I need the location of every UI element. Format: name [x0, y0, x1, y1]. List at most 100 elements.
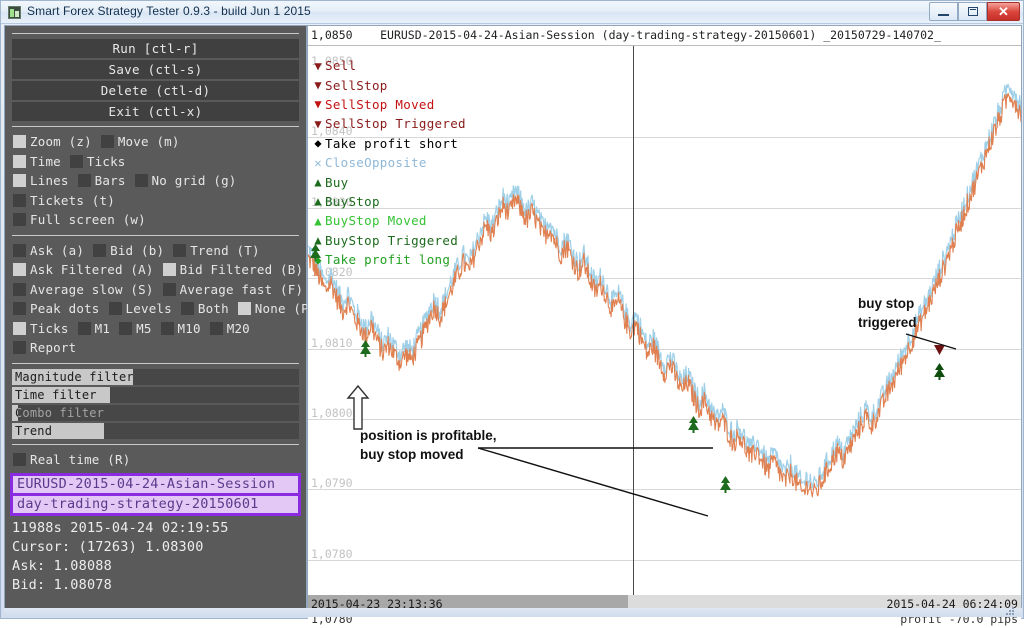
checkbox-m1[interactable]: [77, 321, 91, 335]
checkbox-levels[interactable]: [108, 302, 122, 316]
series-options-group: Ask (a) Bid (b) Trend (T) Ask Filtered (A) B…: [6, 241, 316, 358]
legend-take-profit-long-label: Take profit long: [325, 252, 451, 268]
checkbox-time[interactable]: [13, 154, 26, 168]
checkbox-bid[interactable]: [93, 243, 107, 257]
minimize-button[interactable]: [929, 2, 958, 21]
close-button[interactable]: ✕: [987, 2, 1020, 21]
slider-combo-filter[interactable]: Combo filter: [12, 404, 299, 421]
chart-panel: 1,0850 EURUSD-2015-04-24-Asian-Session (…: [307, 25, 1022, 628]
legend-take-profit-long: ◆ Take profit long: [311, 250, 466, 269]
option-row: Ask (a) Bid (b) Trend (T): [6, 241, 305, 261]
legend-sellstop-marker-icon: ▼: [314, 78, 322, 93]
checkbox-no-grid-label: No grid (g): [151, 173, 237, 189]
maximize-button[interactable]: [958, 2, 987, 21]
legend-sellstop-triggered-marker-icon: ▼: [314, 116, 322, 131]
checkbox-m20[interactable]: [209, 321, 223, 335]
checkbox-tickets[interactable]: [13, 193, 26, 207]
maximize-icon: [967, 7, 978, 16]
slider-trend-filter-label: Trend: [15, 423, 53, 438]
window-status-bar: [4, 607, 1022, 617]
legend-sellstop: ▼ SellStop: [311, 75, 466, 94]
legend-buy-label: Buy: [325, 174, 349, 190]
legend-sell-label: Sell: [325, 58, 357, 74]
divider: [12, 126, 299, 127]
legend-buystop-triggered-label: BuyStop Triggered: [325, 232, 459, 248]
checkbox-m10[interactable]: [160, 321, 174, 335]
chart-header: 1,0850 EURUSD-2015-04-24-Asian-Session (…: [308, 26, 1021, 45]
option-row: Real time (R): [6, 450, 305, 470]
checkbox-average-fast[interactable]: [162, 282, 176, 296]
option-row: Average slow (S) Average fast (F): [6, 280, 305, 300]
checkbox-zoom[interactable]: [13, 135, 26, 149]
divider: [12, 234, 299, 236]
chart-title: EURUSD-2015-04-24-Asian-Session (day-tra…: [380, 28, 941, 42]
checkbox-no-grid[interactable]: [134, 174, 148, 188]
checkbox-ticks-tf-label: Ticks: [30, 320, 69, 336]
option-row: Ask Filtered (A) Bid Filtered (B): [6, 260, 305, 280]
title-bar: Smart Forex Strategy Tester 0.9.3 - buil…: [1, 1, 1023, 24]
checkbox-peak-dots[interactable]: [13, 302, 26, 316]
legend-close-opposite-label: CloseOpposite: [325, 155, 427, 171]
checkbox-m10-label: M10: [177, 320, 201, 336]
checkbox-ticks-tf[interactable]: [13, 321, 26, 335]
checkbox-real-time[interactable]: [13, 452, 26, 466]
option-row: Zoom (z) Move (m): [6, 132, 305, 152]
legend-buy: ▲ Buy: [311, 172, 466, 191]
client-area: Run [ctl-r] Save (ctl-s) Delete (ctl-d) Exi…: [4, 25, 1022, 628]
option-row: Tickets (t): [6, 191, 305, 211]
slider-magnitude-filter[interactable]: Magnitude filter: [12, 368, 299, 385]
legend-take-profit-short-marker-icon: ◆: [314, 136, 322, 151]
checkbox-average-slow-label: Average slow (S): [30, 281, 154, 297]
filter-group: Magnitude filter Time filter Combo filter T…: [6, 368, 305, 439]
crosshair-vertical: [633, 46, 634, 595]
chart-plot-area[interactable]: 1,0850 1,0840 1,0830 1,0820 1,0810 1,0800 1,07…: [308, 46, 1021, 595]
legend-sell-marker-icon: ▼: [314, 58, 322, 73]
exit-button[interactable]: Exit (ctl-x): [12, 102, 299, 121]
legend-buystop: ▲ BuyStop: [311, 192, 466, 211]
save-button[interactable]: Save (ctl-s): [12, 60, 299, 79]
legend-close-opposite: ✕ CloseOpposite: [311, 153, 466, 172]
checkbox-m5[interactable]: [119, 321, 133, 335]
checkbox-average-fast-label: Average fast (F): [179, 281, 304, 297]
status-bid: Bid: 1.08078: [12, 577, 112, 593]
session-selection-box: EURUSD-2015-04-24-Asian-Session day-tradi…: [10, 473, 301, 516]
checkbox-full-screen[interactable]: [13, 213, 26, 227]
main-button-group: Run [ctl-r] Save (ctl-s) Delete (ctl-d) Exi…: [6, 39, 305, 121]
slider-trend-filter[interactable]: Trend: [12, 422, 299, 439]
checkbox-average-slow[interactable]: [13, 282, 26, 296]
legend-buystop-moved-label: BuyStop Moved: [325, 213, 427, 229]
close-icon: ✕: [998, 4, 1009, 19]
session-name[interactable]: EURUSD-2015-04-24-Asian-Session: [13, 476, 298, 493]
marker-sellstop: [933, 343, 946, 357]
checkbox-report[interactable]: [13, 341, 26, 355]
app-window: Smart Forex Strategy Tester 0.9.3 - buil…: [0, 0, 1024, 628]
display-options-group: Zoom (z) Move (m) Time Ticks Lines Bars No gri…: [6, 132, 305, 230]
checkbox-both[interactable]: [180, 302, 194, 316]
checkbox-none[interactable]: [237, 302, 251, 316]
divider: [12, 362, 299, 364]
checkbox-lines[interactable]: [13, 174, 26, 188]
checkbox-ticks-mode[interactable]: [69, 154, 83, 168]
checkbox-tickets-label: Tickets (t): [30, 192, 115, 208]
checkbox-move-label: Move (m): [117, 134, 180, 150]
legend-buystop-moved-marker-icon: ▲: [314, 213, 322, 228]
run-button[interactable]: Run [ctl-r]: [12, 39, 299, 58]
checkbox-m20-label: M20: [226, 320, 250, 336]
checkbox-move[interactable]: [100, 135, 114, 149]
checkbox-ticks-mode-label: Ticks: [86, 153, 126, 169]
checkbox-ask[interactable]: [13, 243, 26, 257]
delete-button[interactable]: Delete (ctl-d): [12, 81, 299, 100]
strategy-name[interactable]: day-trading-strategy-20150601: [13, 496, 298, 513]
checkbox-bars[interactable]: [77, 174, 91, 188]
marker-buystop-moved-2: [358, 339, 373, 359]
option-row: Full screen (w): [6, 210, 305, 230]
slider-time-filter[interactable]: Time filter: [12, 386, 299, 403]
checkbox-trend[interactable]: [173, 243, 187, 257]
legend-sellstop-label: SellStop: [325, 77, 388, 93]
checkbox-bid-filtered[interactable]: [162, 263, 176, 277]
realtime-row: Real time (R): [6, 450, 305, 470]
checkbox-real-time-label: Real time (R): [30, 451, 131, 467]
checkbox-ask-filtered[interactable]: [13, 263, 26, 277]
marker-buystop-moved-3: [686, 415, 701, 435]
checkbox-bid-filtered-label: Bid Filtered (B): [179, 262, 304, 278]
